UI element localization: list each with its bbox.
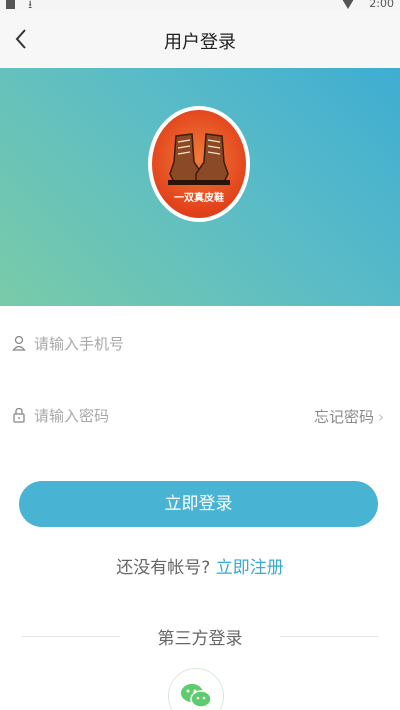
wifi-icon (341, 0, 354, 9)
hero-banner: 一双真皮鞋 (0, 68, 400, 306)
third-party-section: 第三方登录 (0, 624, 400, 649)
register-prompt-text: 还没有帐号? (116, 558, 211, 578)
phone-field (0, 324, 400, 364)
page-title: 用户登录 (164, 32, 236, 53)
status-time: 2:00 (369, 0, 394, 10)
chevron-right-icon: › (378, 408, 384, 426)
user-icon (12, 335, 26, 351)
forgot-password-link[interactable]: 忘记密码 › (314, 406, 384, 427)
login-button[interactable]: 立即登录 (19, 481, 378, 527)
phone-input[interactable] (34, 330, 294, 358)
password-input[interactable] (34, 402, 294, 430)
status-bar: ⭳ 2:00 (0, 0, 400, 11)
notification-icon (6, 0, 15, 9)
forgot-password-label: 忘记密码 (313, 408, 374, 426)
lock-icon (13, 407, 25, 423)
divider (280, 636, 378, 637)
logo-text: 一双真皮鞋 (174, 193, 224, 204)
register-prompt: 还没有帐号? 立即注册 (0, 553, 400, 578)
wechat-icon (181, 684, 212, 708)
nav-bar: 用户登录 (0, 10, 400, 68)
app-logo: 一双真皮鞋 (148, 106, 250, 222)
password-field: 忘记密码 › (0, 396, 400, 436)
register-link[interactable]: 立即注册 (216, 558, 284, 578)
wechat-login-button[interactable] (168, 668, 224, 710)
